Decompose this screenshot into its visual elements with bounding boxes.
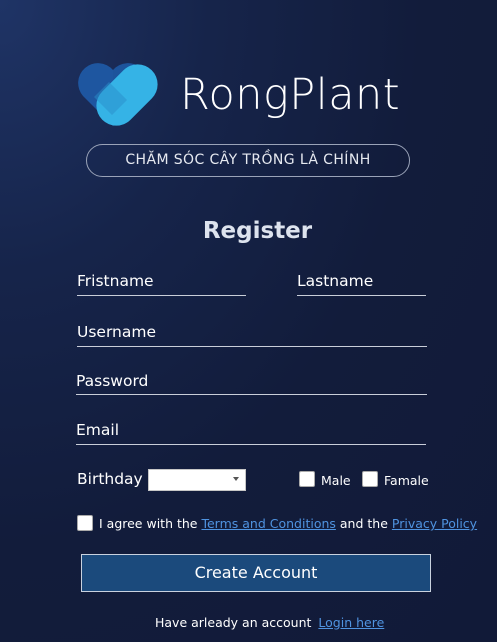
heart-logo-icon	[78, 63, 158, 126]
birthday-value	[149, 474, 153, 488]
terms-link[interactable]: Terms and Conditions	[201, 516, 335, 531]
lastname-input[interactable]	[297, 266, 426, 295]
username-field	[77, 317, 427, 347]
lastname-field	[297, 266, 426, 296]
brand-name: RongPlant	[180, 70, 401, 120]
agree-prefix: I agree with the	[99, 516, 198, 531]
privacy-link[interactable]: Privacy Policy	[392, 516, 477, 531]
agree-middle: and the	[339, 516, 388, 531]
page-title: Register	[202, 218, 313, 244]
female-label: Famale	[384, 473, 429, 488]
login-prompt-row: Have arleady an account Login here	[155, 615, 384, 630]
firstname-field	[77, 266, 246, 296]
password-field	[76, 367, 427, 395]
login-prompt: Have arleady an account	[155, 615, 312, 630]
agree-text: I agree with the Terms and Conditions an…	[99, 516, 477, 531]
login-link[interactable]: Login here	[318, 615, 384, 630]
email-field	[76, 416, 426, 445]
male-checkbox[interactable]	[299, 471, 315, 487]
tagline-badge: CHĂM SÓC CÂY TRỒNG LÀ CHÍNH	[86, 144, 410, 177]
create-account-button[interactable]: Create Account	[81, 554, 431, 592]
username-input[interactable]	[77, 317, 427, 346]
male-label: Male	[321, 473, 351, 488]
email-input[interactable]	[76, 416, 426, 444]
female-checkbox[interactable]	[362, 471, 378, 487]
firstname-input[interactable]	[77, 266, 246, 295]
agree-checkbox[interactable]	[77, 515, 93, 531]
password-input[interactable]	[76, 367, 427, 394]
birthday-label: Birthday	[77, 470, 143, 488]
birthday-select[interactable]	[148, 469, 246, 491]
chevron-down-icon	[233, 477, 239, 481]
